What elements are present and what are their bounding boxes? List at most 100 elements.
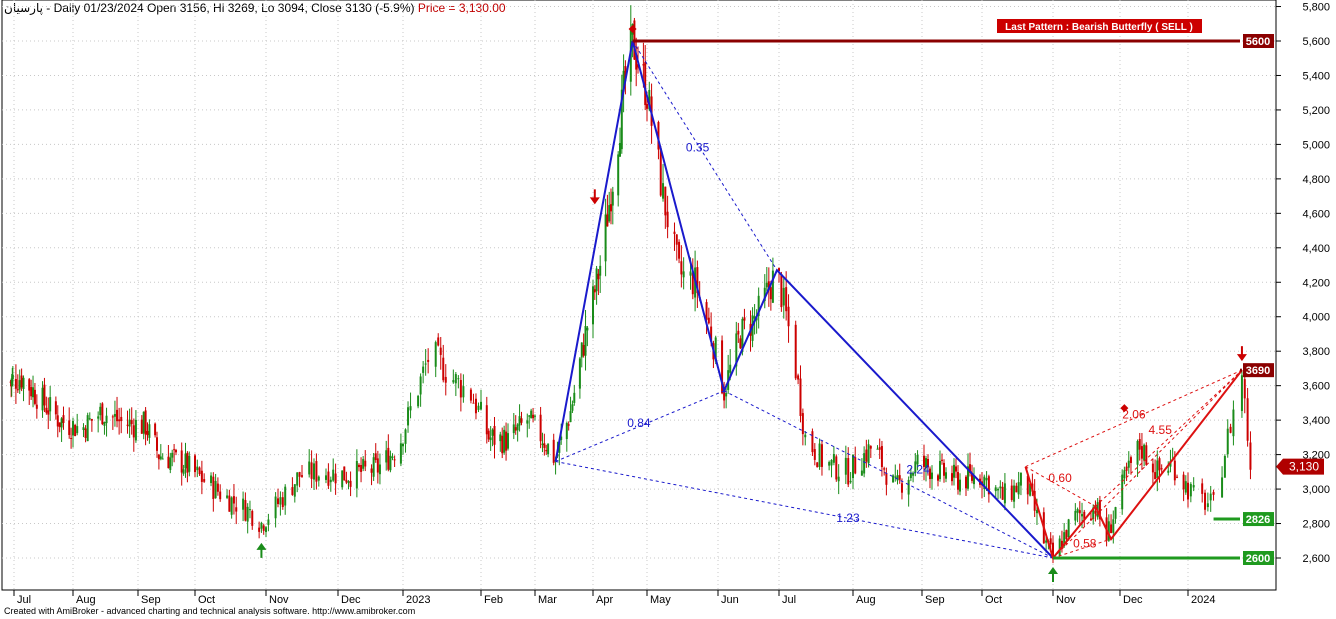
candle-body xyxy=(1158,458,1161,471)
candle-body xyxy=(610,204,612,212)
candle-body xyxy=(267,519,270,525)
blue-pattern-dashed-line xyxy=(723,390,1054,559)
candle-body xyxy=(937,475,939,481)
price-chart[interactable]: 5,800 5,600 5,400 5,200 5,000 4,800 4,600 4,400… xyxy=(0,0,1336,619)
candle-body xyxy=(816,462,819,468)
candle-body xyxy=(957,472,959,490)
candle-body xyxy=(907,479,910,495)
candle-body xyxy=(159,456,162,459)
plot-frame xyxy=(1,0,1277,591)
candle-body xyxy=(799,378,802,416)
candle-body xyxy=(372,457,375,477)
candle-body xyxy=(599,265,602,276)
candle-body xyxy=(171,452,174,458)
candle-body xyxy=(60,418,63,428)
candle-body xyxy=(362,459,365,469)
candle-body xyxy=(545,450,548,452)
ratio-label: 0.60 xyxy=(1048,471,1072,485)
x-tick-label: Dec xyxy=(341,594,361,606)
candle-body xyxy=(512,424,515,434)
candle-body xyxy=(54,401,57,415)
candle-body xyxy=(376,458,379,473)
candle-body xyxy=(1249,442,1252,470)
candle-body xyxy=(1010,485,1013,500)
candle-body xyxy=(782,287,785,306)
candle-body xyxy=(994,487,997,492)
candle-body xyxy=(541,443,544,446)
buy-arrow-icon xyxy=(1048,567,1058,574)
candle-body xyxy=(148,424,151,438)
candle-body xyxy=(608,205,611,222)
candle-body xyxy=(469,389,472,401)
candle-body xyxy=(90,418,93,421)
candle-body xyxy=(277,498,279,505)
candle-body xyxy=(360,464,363,472)
candle-body xyxy=(20,375,23,388)
candle-body xyxy=(404,429,407,444)
candle-body xyxy=(818,443,821,467)
candle-body xyxy=(103,422,106,426)
candle-body xyxy=(32,387,35,398)
candle-body xyxy=(1127,460,1130,468)
candle-body xyxy=(417,395,420,407)
candle-body xyxy=(1058,538,1061,556)
candle-body xyxy=(315,461,318,482)
candle-body xyxy=(49,397,52,412)
candle-body xyxy=(487,430,490,440)
candle-body xyxy=(485,405,488,435)
candle-body xyxy=(547,443,550,455)
y-tick-label: 4,200 xyxy=(1302,277,1330,289)
candle-body xyxy=(943,462,945,476)
candle-body xyxy=(111,416,114,418)
candle-body xyxy=(230,497,233,515)
candle-body xyxy=(737,330,740,335)
candle-body xyxy=(1212,492,1215,495)
candle-body xyxy=(1204,492,1207,510)
x-tick-label: May xyxy=(650,594,671,606)
x-tick-label: Oct xyxy=(198,594,215,606)
candle-body xyxy=(210,475,213,483)
candle-body xyxy=(675,234,678,245)
candle-body xyxy=(246,506,249,522)
candle-body xyxy=(216,483,219,492)
y-tick-label: 4,400 xyxy=(1302,243,1330,255)
candle-body xyxy=(539,414,542,442)
candle-body xyxy=(393,459,396,461)
candle-body xyxy=(459,380,462,398)
candle-body xyxy=(235,507,238,512)
candle-body xyxy=(646,103,648,109)
red-pattern-dashed-line xyxy=(1095,369,1243,507)
candle-body xyxy=(58,422,61,427)
candle-body xyxy=(878,447,881,450)
candle-body xyxy=(343,466,346,481)
candle-body xyxy=(959,479,961,492)
candle-body xyxy=(347,481,350,483)
candle-body xyxy=(11,374,14,379)
candle-body xyxy=(1065,530,1068,540)
candle-body xyxy=(835,456,838,480)
candle-body xyxy=(1173,460,1176,481)
candle-body xyxy=(1182,474,1185,490)
x-tick-label: Jul xyxy=(17,594,31,606)
candle-body xyxy=(505,431,508,451)
candle-body xyxy=(134,419,137,441)
red-butterfly-pattern xyxy=(1024,369,1243,561)
level-label-2826: 2826 xyxy=(1246,514,1270,526)
candle-body xyxy=(611,191,614,206)
y-tick-label: 4,800 xyxy=(1302,174,1330,186)
red-pattern-dashed-line xyxy=(1052,369,1243,559)
candle-body xyxy=(444,376,447,383)
candle-body xyxy=(116,409,119,422)
candle-body xyxy=(1112,519,1115,533)
candle-body xyxy=(1223,456,1226,478)
candle-body xyxy=(28,379,31,391)
candle-body xyxy=(391,456,394,458)
candle-body xyxy=(389,455,392,471)
candle-body xyxy=(1076,509,1079,513)
candle-body xyxy=(477,405,480,410)
candle-body xyxy=(659,148,662,196)
candle-body xyxy=(567,424,570,426)
candle-body xyxy=(832,454,835,463)
candle-body xyxy=(226,495,229,498)
candle-body xyxy=(284,486,287,506)
